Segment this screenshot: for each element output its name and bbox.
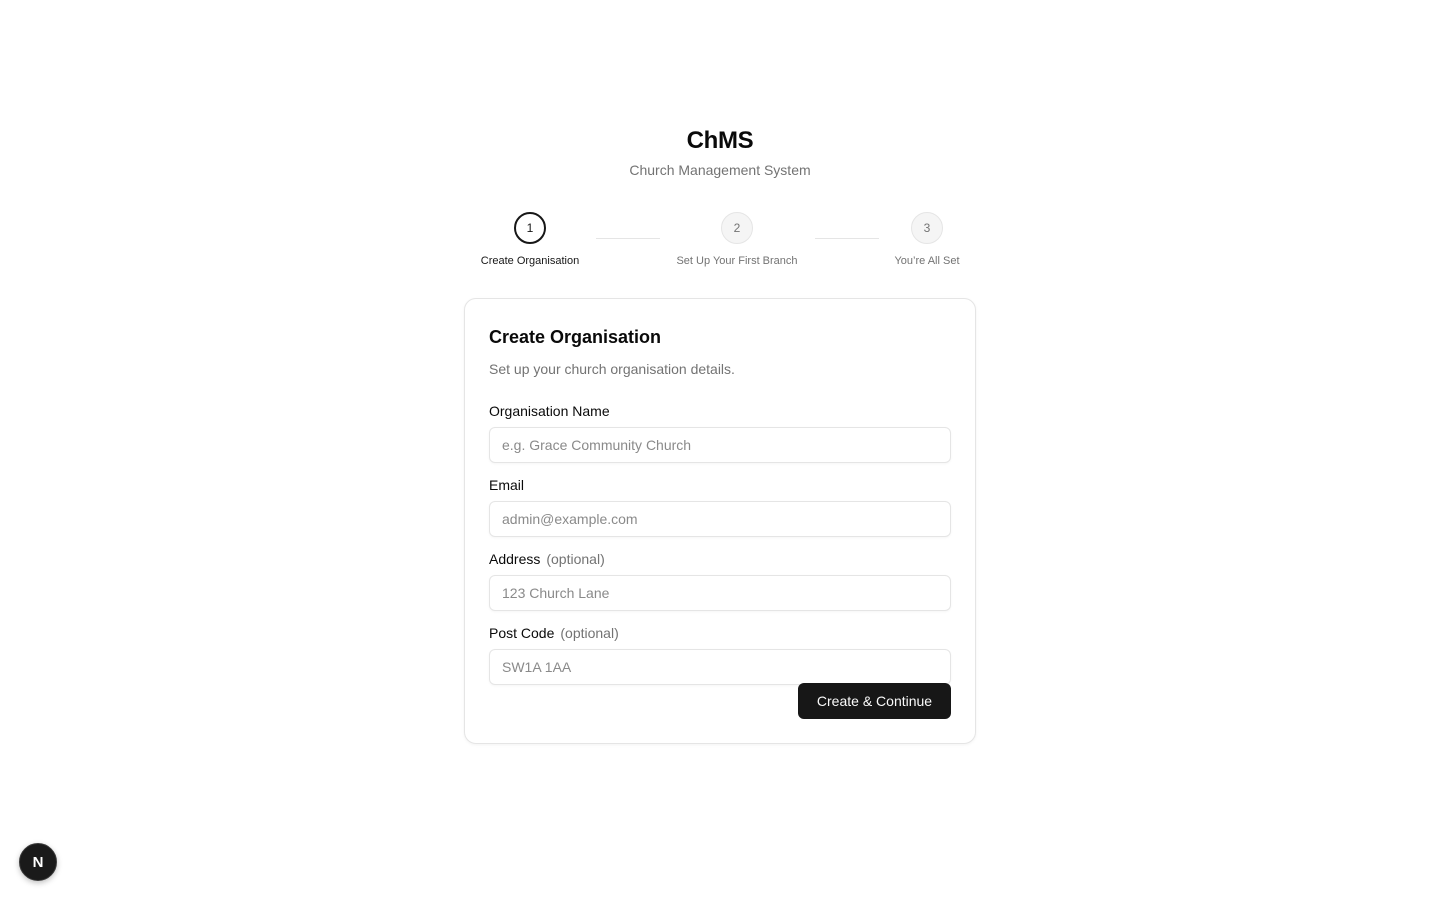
address-optional-hint: (optional)	[546, 551, 605, 567]
step-label-2: Set Up Your First Branch	[676, 255, 798, 267]
address-label-text: Address	[489, 551, 541, 567]
address-input[interactable]	[489, 575, 951, 611]
onboarding-stepper: 1 Create Organisation 2 Set Up Your Firs…	[0, 212, 1440, 272]
email-label-text: Email	[489, 477, 525, 493]
org-name-label-text: Organisation Name	[489, 403, 610, 419]
email-input[interactable]	[489, 501, 951, 537]
address-label: Address (optional)	[489, 549, 951, 569]
post-code-optional-hint: (optional)	[560, 625, 619, 641]
create-and-continue-button[interactable]: Create & Continue	[798, 683, 951, 719]
post-code-input[interactable]	[489, 649, 951, 685]
email-label: Email	[489, 475, 951, 495]
step-number-2: 2	[721, 212, 753, 244]
app-title: ChMS	[686, 127, 754, 154]
create-organisation-card: Create Organisation Set up your church o…	[464, 298, 976, 744]
post-code-field-group: Post Code (optional)	[489, 623, 951, 685]
step-label-1: Create Organisation	[480, 255, 580, 267]
step-create-organisation: 1 Create Organisation	[440, 212, 620, 268]
org-name-input[interactable]	[489, 427, 951, 463]
post-code-label: Post Code (optional)	[489, 623, 951, 643]
app-subtitle: Church Management System	[629, 162, 811, 178]
post-code-label-text: Post Code	[489, 625, 555, 641]
org-name-label: Organisation Name	[489, 401, 951, 421]
step-set-up-branch: 2 Set Up Your First Branch	[647, 212, 827, 268]
step-all-set: 3 You’re All Set	[837, 212, 1017, 268]
email-field-group: Email	[489, 475, 951, 537]
step-number-3: 3	[911, 212, 943, 244]
nextjs-icon-letter: N	[32, 853, 44, 871]
step-number-1: 1	[514, 212, 546, 244]
card-description: Set up your church organisation details.	[489, 361, 735, 377]
app-header: ChMS Church Management System	[0, 126, 1440, 180]
step-label-3: You’re All Set	[894, 255, 960, 267]
card-title: Create Organisation	[489, 327, 662, 347]
nextjs-icon[interactable]: N	[19, 843, 57, 881]
org-name-field-group: Organisation Name	[489, 401, 951, 463]
address-field-group: Address (optional)	[489, 549, 951, 611]
